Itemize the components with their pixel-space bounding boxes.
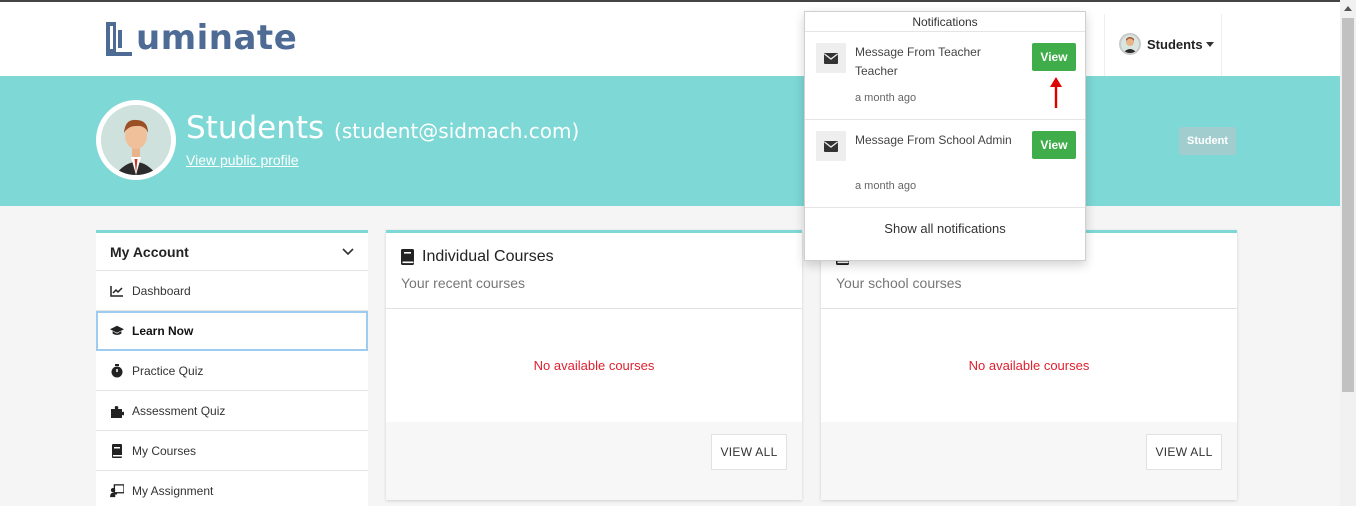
envelope-icon [816,131,846,161]
sidebar-item-learn-now[interactable]: Learn Now [96,311,368,351]
notification-item[interactable]: Message From Teacher Teacher a month ago… [805,32,1085,120]
sidebar-item-label: My Courses [132,443,197,458]
profile-name: Students [186,110,325,146]
puzzle-icon [110,404,124,418]
sidebar-item-assessment-quiz[interactable]: Assessment Quiz [96,391,368,431]
card-title: Individual Courses [401,248,787,266]
profile-avatar [96,100,176,180]
card-footer: VIEW ALL [821,422,1237,500]
book-icon [401,249,414,265]
scrollbar-thumb[interactable] [1342,18,1354,392]
envelope-icon [816,43,846,73]
empty-state-message: No available courses [533,358,655,373]
chevron-down-icon [1205,42,1214,47]
chevron-down-icon [342,247,354,255]
profile-banner: Students (student@sidmach.com) View publ… [0,76,1340,206]
stopwatch-icon [110,363,124,378]
sidebar-item-label: Learn Now [132,324,194,338]
chalkboard-teacher-icon [110,483,124,498]
sidebar-item-label: Practice Quiz [132,363,204,378]
notification-item[interactable]: Message From School Admin a month ago Vi… [805,120,1085,208]
user-menu-label: Students [1147,36,1203,52]
account-sidebar: My Account Dashboard Learn Now Practice … [96,230,368,506]
sidebar-item-dashboard[interactable]: Dashboard [96,271,368,311]
sidebar-item-label: Dashboard [132,283,191,298]
graduation-cap-icon [110,324,124,338]
annotation-arrow-icon [1050,77,1062,108]
card-subtitle: Your recent courses [401,275,525,291]
user-avatar [1119,33,1141,55]
card-header: Individual Courses Your recent courses [386,233,802,309]
profile-title: Students (student@sidmach.com) [186,110,579,146]
notification-time: a month ago [855,92,917,104]
sidebar-item-practice-quiz[interactable]: Practice Quiz [96,351,368,391]
book-icon [110,443,124,458]
sidebar-header-label: My Account [110,243,189,260]
notification-message: Message From School Admin [855,133,1012,147]
notification-time: a month ago [855,180,917,192]
view-notification-button[interactable]: View [1032,131,1076,159]
page-scrollbar[interactable] [1340,0,1356,506]
sidebar-item-my-assignment[interactable]: My Assignment [96,471,368,506]
role-badge: Student [1179,127,1236,155]
notifications-dropdown: Notifications Message From Teacher Teach… [804,11,1086,261]
user-menu-toggle[interactable]: Students [1104,14,1222,78]
scroll-up-arrow-icon[interactable] [1344,6,1352,11]
notification-message: Message From Teacher Teacher [855,45,981,78]
view-public-profile-link[interactable]: View public profile [186,152,299,168]
card-subtitle: Your school courses [836,275,962,291]
card-title-text: Individual Courses [422,248,554,265]
chart-line-icon [110,284,124,298]
sidebar-item-my-courses[interactable]: My Courses [96,431,368,471]
logo-mark-icon [106,22,132,56]
profile-email: (student@sidmach.com) [334,119,580,143]
sidebar-item-label: My Assignment [132,483,214,498]
brand-logo[interactable]: uminate [104,14,297,58]
sidebar-header[interactable]: My Account [96,233,368,271]
view-all-button[interactable]: VIEW ALL [711,434,787,470]
sidebar-item-label: Assessment Quiz [132,403,226,418]
notifications-header: Notifications [805,12,1085,32]
view-all-button[interactable]: VIEW ALL [1146,434,1222,470]
top-header: uminate Students [0,2,1340,78]
individual-courses-card: Individual Courses Your recent courses N… [386,230,802,500]
empty-state-message: No available courses [968,358,1090,373]
card-footer: VIEW ALL [386,422,802,500]
brand-logo-text: uminate [136,18,298,58]
school-courses-card: School Courses Your school courses No av… [821,230,1237,500]
view-notification-button[interactable]: View [1032,43,1076,71]
show-all-notifications-link[interactable]: Show all notifications [805,208,1085,236]
